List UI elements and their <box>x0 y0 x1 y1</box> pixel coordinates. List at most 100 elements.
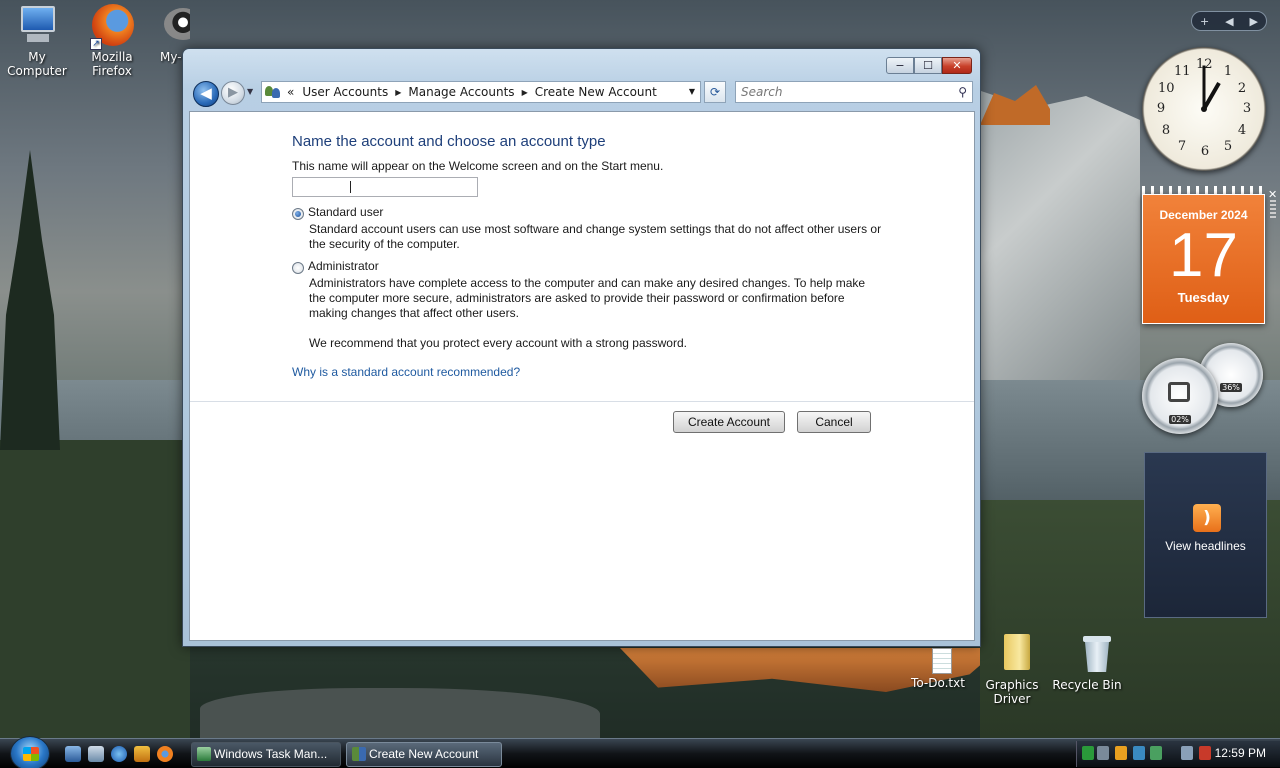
security-shield-icon[interactable] <box>1115 746 1127 760</box>
start-button[interactable] <box>10 736 50 768</box>
taskbar-button-create-account[interactable]: Create New Account <box>346 742 502 767</box>
address-dropdown-icon[interactable]: ▼ <box>689 87 695 96</box>
refresh-button[interactable]: ⟳ <box>704 81 726 103</box>
page-title: Name the account and choose an account t… <box>292 133 606 150</box>
folder-icon <box>990 632 1034 676</box>
clock-number: 4 <box>1237 123 1247 138</box>
drag-handle-icon[interactable] <box>1270 200 1276 218</box>
administrator-radio[interactable] <box>292 262 304 274</box>
firefox-quicklaunch-icon[interactable] <box>157 746 173 762</box>
desktop-icon-label: Mozilla Firefox <box>91 50 133 78</box>
wallpaper-sunlit-peak <box>980 85 1050 125</box>
system-tray: 12:59 PM <box>1076 741 1280 767</box>
media-player-icon[interactable] <box>134 746 150 762</box>
clock-number: 9 <box>1156 101 1166 116</box>
clock-number: 2 <box>1237 81 1247 96</box>
standard-user-label[interactable]: Standard user <box>308 205 383 220</box>
task-manager-icon <box>197 747 211 761</box>
windows-logo-icon <box>23 747 39 761</box>
volume-muted-icon[interactable] <box>1199 746 1211 760</box>
breadcrumb-overflow[interactable]: « <box>287 85 294 99</box>
desktop-icon-label: To-Do.txt <box>911 676 965 690</box>
address-bar[interactable]: « User Accounts ▶ Manage Accounts ▶ Crea… <box>261 81 701 103</box>
add-gadget-button[interactable]: + <box>1200 15 1209 28</box>
wallpaper-shore-left <box>0 440 190 740</box>
breadcrumb-manage-accounts[interactable]: Manage Accounts <box>408 85 514 99</box>
text-cursor <box>350 181 351 193</box>
name-hint: This name will appear on the Welcome scr… <box>292 159 664 173</box>
standard-user-description: Standard account users can use most soft… <box>309 222 882 251</box>
back-button[interactable]: ◀ <box>193 81 219 107</box>
control-panel-icon <box>265 85 283 99</box>
raccoon-icon <box>162 4 190 48</box>
taskbar: Windows Task Man... Create New Account 1… <box>0 736 1280 768</box>
recent-pages-dropdown[interactable]: ▼ <box>247 87 253 96</box>
calendar-gadget[interactable]: December 2024 17 Tuesday <box>1142 194 1265 324</box>
close-button[interactable]: ✕ <box>942 57 972 74</box>
taskbar-button-label: Create New Account <box>369 747 479 761</box>
clock-gadget[interactable]: 12 1 2 3 4 5 6 7 8 9 10 11 <box>1142 47 1266 171</box>
calendar-month-year: December 2024 <box>1159 208 1248 222</box>
clock-number: 6 <box>1200 144 1210 159</box>
clock-minute-hand <box>1202 65 1206 110</box>
desktop-icon-recycle-bin[interactable]: Recycle Bin <box>1052 632 1122 692</box>
wallpaper-mountain <box>960 90 1140 390</box>
desktop-icon-todo[interactable]: To-Do.txt <box>903 644 973 690</box>
computer-icon <box>15 4 59 48</box>
administrator-description: Administrators have complete access to t… <box>309 276 866 320</box>
user-accounts-icon <box>352 747 366 761</box>
feed-headlines-gadget[interactable]: ) View headlines <box>1144 452 1267 618</box>
search-input[interactable]: Search ⚲ <box>735 81 973 103</box>
desktop-icon-my-computer[interactable]: My Computer <box>2 4 72 78</box>
internet-explorer-icon[interactable] <box>111 746 127 762</box>
standard-user-radio[interactable] <box>292 208 304 220</box>
clock-number: 10 <box>1158 81 1175 96</box>
clock-time[interactable]: 12:59 PM <box>1215 746 1266 760</box>
help-link[interactable]: Why is a standard account recommended? <box>292 365 520 380</box>
desktop-icon-firefox[interactable]: ↗ Mozilla Firefox <box>77 4 147 78</box>
desktop-icon-label: Recycle Bin <box>1052 678 1122 692</box>
tray-tool-icon[interactable] <box>1097 746 1109 760</box>
cpu-value: 02% <box>1169 415 1191 424</box>
clock-number: 3 <box>1242 101 1252 116</box>
clock-number: 1 <box>1223 64 1233 79</box>
clock-center-pin <box>1201 106 1207 112</box>
breadcrumb-create-new-account[interactable]: Create New Account <box>535 85 657 99</box>
switch-windows-icon[interactable] <box>88 746 104 762</box>
caption-buttons: − ☐ ✕ <box>886 57 972 74</box>
administrator-label[interactable]: Administrator <box>308 259 379 274</box>
tray-check-icon[interactable] <box>1133 746 1145 760</box>
cpu-meter-gauge[interactable]: 02% <box>1142 358 1218 434</box>
tray-app-icon[interactable] <box>1082 746 1094 760</box>
network-icon[interactable] <box>1181 746 1193 760</box>
create-account-button[interactable]: Create Account <box>673 411 785 433</box>
rss-icon: ) <box>1193 504 1221 532</box>
wallpaper-tree <box>0 150 60 450</box>
clock-number: 8 <box>1161 123 1171 138</box>
sidebar-next-button[interactable]: ▶ <box>1250 15 1258 28</box>
content-pane: Name the account and choose an account t… <box>189 111 975 641</box>
sidebar-prev-button[interactable]: ◀ <box>1225 15 1233 28</box>
cancel-button[interactable]: Cancel <box>797 411 871 433</box>
forward-button[interactable]: ▶ <box>221 81 245 105</box>
desktop-icon-label: Graphics Driver <box>985 678 1039 706</box>
tray-update-icon[interactable] <box>1150 746 1162 760</box>
show-desktop-icon[interactable] <box>65 746 81 762</box>
search-icon[interactable]: ⚲ <box>958 82 967 102</box>
taskbar-button-label: Windows Task Man... <box>214 747 328 761</box>
divider <box>190 401 974 402</box>
breadcrumb-arrow-icon[interactable]: ▶ <box>395 88 401 97</box>
account-name-input[interactable] <box>292 177 478 197</box>
firefox-icon: ↗ <box>90 4 134 50</box>
navigation-bar: ◀ ▶ ▼ « User Accounts ▶ Manage Accounts … <box>191 79 974 107</box>
maximize-button[interactable]: ☐ <box>914 57 942 74</box>
breadcrumb-arrow-icon[interactable]: ▶ <box>522 88 528 97</box>
taskbar-button-task-manager[interactable]: Windows Task Man... <box>191 742 341 767</box>
minimize-button[interactable]: − <box>886 57 914 74</box>
memory-value: 36% <box>1220 383 1242 392</box>
view-headlines-link[interactable]: View headlines <box>1145 539 1266 553</box>
clock-number: 7 <box>1177 139 1187 154</box>
desktop-icon-graphics-driver[interactable]: Graphics Driver <box>977 632 1047 706</box>
breadcrumb-user-accounts[interactable]: User Accounts <box>302 85 388 99</box>
sidebar-controls: + ◀ ▶ <box>1191 11 1267 31</box>
